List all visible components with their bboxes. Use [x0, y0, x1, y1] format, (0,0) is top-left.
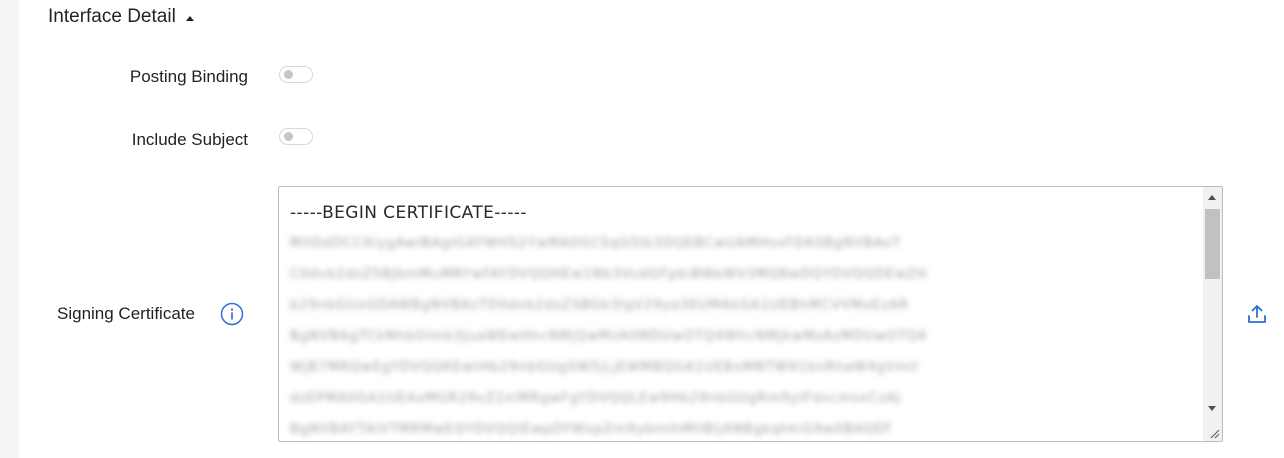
upload-icon[interactable] — [1245, 302, 1269, 326]
certificate-line: b29nbGUxGDAWBgNVBAsTD0dvb2dsZSBGb3IgV29y… — [290, 298, 909, 313]
toggle-knob — [284, 70, 293, 79]
include-subject-label: Include Subject — [131, 130, 248, 149]
certificate-begin-line: -----BEGIN CERTIFICATE----- — [290, 203, 527, 223]
caret-up-icon[interactable] — [185, 15, 194, 21]
certificate-line: BgNVBAYTAlVTMRMwEQYDVQQIEwpDYWxpZm9ybmlh… — [290, 422, 893, 437]
certificate-line: BgNVBAgTCkNhbGlmb3JuaWEwHhcNMjQwMzA0MDUw… — [290, 329, 928, 344]
signing-certificate-label: Signing Certificate — [57, 304, 195, 323]
certificate-line: WjB7MRQwEgYDVQQKEwtHb29nbGUgSW5jLjEWMBQG… — [290, 360, 919, 375]
info-icon[interactable] — [220, 302, 244, 326]
section-title: Interface Detail — [48, 6, 176, 27]
certificate-line: MIIDdDCCAlygAwIBAgIGAYWHS2YwMA0GCSqGSIb3… — [290, 236, 902, 251]
scroll-down-icon[interactable] — [1208, 406, 1216, 411]
scroll-up-icon[interactable] — [1208, 195, 1216, 200]
textarea-scrollbar[interactable] — [1203, 187, 1222, 441]
scroll-thumb[interactable] — [1205, 209, 1220, 279]
section-header-interface-detail[interactable]: Interface Detail — [48, 6, 194, 28]
certificate-line: dzEPMA0GA1UEAxMGR29vZ2xlMRgwFgYDVQQLEw9H… — [290, 391, 902, 406]
posting-binding-label: Posting Binding — [129, 67, 248, 86]
signing-certificate-textarea[interactable]: -----BEGIN CERTIFICATE----- MIIDdDCCAlyg… — [278, 186, 1223, 442]
certificate-line: C0dvb2dsZSBJbmMuMRYwFAYDVQQHEw1Nb3VudGFp… — [290, 267, 928, 282]
certificate-content: -----BEGIN CERTIFICATE----- MIIDdDCCAlyg… — [290, 201, 1196, 441]
left-rail — [0, 0, 19, 458]
include-subject-toggle[interactable] — [279, 128, 313, 145]
posting-binding-toggle[interactable] — [279, 66, 313, 83]
toggle-knob — [284, 132, 293, 141]
resize-grip-icon[interactable] — [1206, 425, 1220, 439]
